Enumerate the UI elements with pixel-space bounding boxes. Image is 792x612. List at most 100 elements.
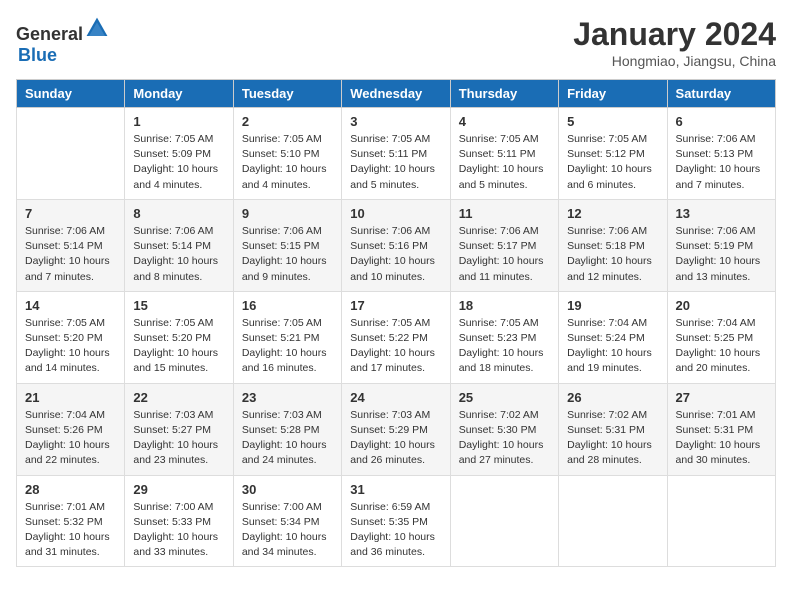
day-info: Sunrise: 7:06 AM Sunset: 5:17 PM Dayligh…: [459, 224, 550, 285]
day-cell: 15 Sunrise: 7:05 AM Sunset: 5:20 PM Dayli…: [125, 291, 233, 383]
day-number: 16: [242, 298, 333, 313]
day-number: 13: [676, 206, 767, 221]
day-number: 12: [567, 206, 658, 221]
day-cell: 1 Sunrise: 7:05 AM Sunset: 5:09 PM Daylig…: [125, 108, 233, 200]
day-cell: 25Sunrise: 7:02 AM Sunset: 5:30 PM Dayli…: [450, 383, 558, 475]
day-number: 11: [459, 206, 550, 221]
day-cell: 26 Sunrise: 7:02 AM Sunset: 5:31 PM Dayli…: [559, 383, 667, 475]
day-info: Sunrise: 7:06 AM Sunset: 5:18 PM Dayligh…: [567, 224, 658, 285]
day-info: Sunrise: 7:06 AM Sunset: 5:13 PM Dayligh…: [676, 132, 767, 193]
day-cell: 16 Sunrise: 7:05 AM Sunset: 5:21 PM Dayli…: [233, 291, 341, 383]
location: Hongmiao, Jiangsu, China: [573, 53, 776, 69]
day-info: Sunrise: 7:05 AM Sunset: 5:20 PM Dayligh…: [25, 316, 116, 377]
header-cell-monday: Monday: [125, 80, 233, 108]
day-number: 9: [242, 206, 333, 221]
day-cell: 21Sunrise: 7:04 AM Sunset: 5:26 PM Dayli…: [17, 383, 125, 475]
title-section: January 2024 Hongmiao, Jiangsu, China: [573, 16, 776, 69]
day-info: Sunrise: 7:05 AM Sunset: 5:21 PM Dayligh…: [242, 316, 333, 377]
day-cell: 24 Sunrise: 7:03 AM Sunset: 5:29 PM Dayli…: [342, 383, 450, 475]
day-number: 22: [133, 390, 224, 405]
day-cell: 9 Sunrise: 7:06 AM Sunset: 5:15 PM Daylig…: [233, 199, 341, 291]
day-info: Sunrise: 7:03 AM Sunset: 5:28 PM Dayligh…: [242, 408, 333, 469]
logo-blue-text: Blue: [18, 45, 57, 65]
day-info: Sunrise: 7:05 AM Sunset: 5:22 PM Dayligh…: [350, 316, 441, 377]
day-number: 24: [350, 390, 441, 405]
day-number: 23: [242, 390, 333, 405]
day-info: Sunrise: 7:00 AM Sunset: 5:34 PM Dayligh…: [242, 500, 333, 561]
day-cell: 31Sunrise: 6:59 AM Sunset: 5:35 PM Dayli…: [342, 475, 450, 567]
day-cell: 29 Sunrise: 7:00 AM Sunset: 5:33 PM Dayli…: [125, 475, 233, 567]
day-number: 26: [567, 390, 658, 405]
day-info: Sunrise: 7:02 AM Sunset: 5:30 PM Dayligh…: [459, 408, 550, 469]
week-row-3: 21Sunrise: 7:04 AM Sunset: 5:26 PM Dayli…: [17, 383, 776, 475]
day-info: Sunrise: 7:06 AM Sunset: 5:14 PM Dayligh…: [25, 224, 116, 285]
day-cell: 27Sunrise: 7:01 AM Sunset: 5:31 PM Dayli…: [667, 383, 775, 475]
day-cell: 10 Sunrise: 7:06 AM Sunset: 5:16 PM Dayli…: [342, 199, 450, 291]
day-info: Sunrise: 7:02 AM Sunset: 5:31 PM Dayligh…: [567, 408, 658, 469]
day-cell: [17, 108, 125, 200]
day-info: Sunrise: 7:01 AM Sunset: 5:32 PM Dayligh…: [25, 500, 116, 561]
day-number: 5: [567, 114, 658, 129]
day-info: Sunrise: 7:03 AM Sunset: 5:27 PM Dayligh…: [133, 408, 224, 469]
day-cell: 23 Sunrise: 7:03 AM Sunset: 5:28 PM Dayli…: [233, 383, 341, 475]
day-cell: [559, 475, 667, 567]
day-cell: 2Sunrise: 7:05 AM Sunset: 5:10 PM Daylig…: [233, 108, 341, 200]
day-info: Sunrise: 7:05 AM Sunset: 5:20 PM Dayligh…: [133, 316, 224, 377]
day-info: Sunrise: 7:04 AM Sunset: 5:24 PM Dayligh…: [567, 316, 658, 377]
day-cell: 20Sunrise: 7:04 AM Sunset: 5:25 PM Dayli…: [667, 291, 775, 383]
day-number: 1: [133, 114, 224, 129]
day-number: 27: [676, 390, 767, 405]
day-cell: [450, 475, 558, 567]
day-number: 6: [676, 114, 767, 129]
day-info: Sunrise: 7:05 AM Sunset: 5:12 PM Dayligh…: [567, 132, 658, 193]
logo-general-text: General: [16, 24, 83, 44]
header-row: SundayMondayTuesdayWednesdayThursdayFrid…: [17, 80, 776, 108]
day-cell: 30 Sunrise: 7:00 AM Sunset: 5:34 PM Dayli…: [233, 475, 341, 567]
day-number: 10: [350, 206, 441, 221]
day-cell: 7 Sunrise: 7:06 AM Sunset: 5:14 PM Daylig…: [17, 199, 125, 291]
day-info: Sunrise: 7:04 AM Sunset: 5:26 PM Dayligh…: [25, 408, 116, 469]
week-row-4: 28 Sunrise: 7:01 AM Sunset: 5:32 PM Dayli…: [17, 475, 776, 567]
day-info: Sunrise: 7:06 AM Sunset: 5:19 PM Dayligh…: [676, 224, 767, 285]
calendar-body: 1 Sunrise: 7:05 AM Sunset: 5:09 PM Daylig…: [17, 108, 776, 567]
day-info: Sunrise: 7:03 AM Sunset: 5:29 PM Dayligh…: [350, 408, 441, 469]
day-info: Sunrise: 7:05 AM Sunset: 5:23 PM Dayligh…: [459, 316, 550, 377]
week-row-1: 7 Sunrise: 7:06 AM Sunset: 5:14 PM Daylig…: [17, 199, 776, 291]
day-number: 7: [25, 206, 116, 221]
day-number: 2: [242, 114, 333, 129]
day-cell: 6 Sunrise: 7:06 AM Sunset: 5:13 PM Daylig…: [667, 108, 775, 200]
day-cell: 11 Sunrise: 7:06 AM Sunset: 5:17 PM Dayli…: [450, 199, 558, 291]
day-cell: 4Sunrise: 7:05 AM Sunset: 5:11 PM Daylig…: [450, 108, 558, 200]
header-cell-wednesday: Wednesday: [342, 80, 450, 108]
day-number: 17: [350, 298, 441, 313]
day-info: Sunrise: 7:05 AM Sunset: 5:09 PM Dayligh…: [133, 132, 224, 193]
day-cell: 13 Sunrise: 7:06 AM Sunset: 5:19 PM Dayli…: [667, 199, 775, 291]
day-number: 30: [242, 482, 333, 497]
day-number: 31: [350, 482, 441, 497]
day-cell: 19Sunrise: 7:04 AM Sunset: 5:24 PM Dayli…: [559, 291, 667, 383]
day-number: 4: [459, 114, 550, 129]
day-number: 15: [133, 298, 224, 313]
day-number: 18: [459, 298, 550, 313]
day-info: Sunrise: 7:00 AM Sunset: 5:33 PM Dayligh…: [133, 500, 224, 561]
day-cell: 18 Sunrise: 7:05 AM Sunset: 5:23 PM Dayli…: [450, 291, 558, 383]
day-cell: 17 Sunrise: 7:05 AM Sunset: 5:22 PM Dayli…: [342, 291, 450, 383]
day-info: Sunrise: 7:06 AM Sunset: 5:16 PM Dayligh…: [350, 224, 441, 285]
day-number: 14: [25, 298, 116, 313]
day-number: 28: [25, 482, 116, 497]
day-cell: 12 Sunrise: 7:06 AM Sunset: 5:18 PM Dayli…: [559, 199, 667, 291]
day-info: Sunrise: 7:05 AM Sunset: 5:11 PM Dayligh…: [350, 132, 441, 193]
day-cell: 5 Sunrise: 7:05 AM Sunset: 5:12 PM Daylig…: [559, 108, 667, 200]
logo-icon: [85, 16, 109, 40]
day-info: Sunrise: 7:06 AM Sunset: 5:15 PM Dayligh…: [242, 224, 333, 285]
month-title: January 2024: [573, 16, 776, 53]
day-number: 29: [133, 482, 224, 497]
day-cell: 8Sunrise: 7:06 AM Sunset: 5:14 PM Daylig…: [125, 199, 233, 291]
day-cell: 28 Sunrise: 7:01 AM Sunset: 5:32 PM Dayli…: [17, 475, 125, 567]
page-header: General Blue January 2024 Hongmiao, Jian…: [16, 16, 776, 69]
header-cell-sunday: Sunday: [17, 80, 125, 108]
week-row-0: 1 Sunrise: 7:05 AM Sunset: 5:09 PM Daylig…: [17, 108, 776, 200]
calendar-header: SundayMondayTuesdayWednesdayThursdayFrid…: [17, 80, 776, 108]
week-row-2: 14 Sunrise: 7:05 AM Sunset: 5:20 PM Dayli…: [17, 291, 776, 383]
header-cell-tuesday: Tuesday: [233, 80, 341, 108]
